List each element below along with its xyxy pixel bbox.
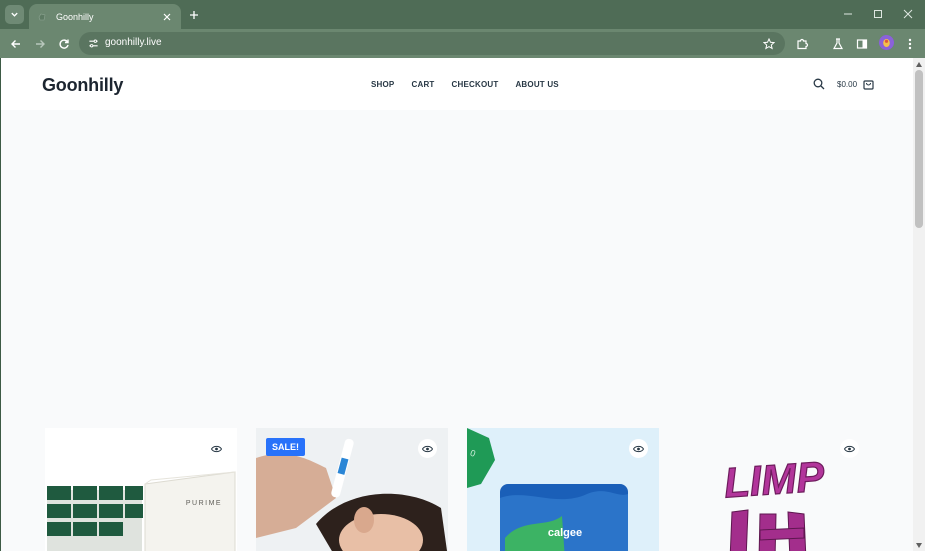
tab-search-button[interactable] <box>5 5 24 24</box>
close-window-button[interactable] <box>900 6 916 22</box>
quick-view-button[interactable] <box>418 439 437 458</box>
nav-cart[interactable]: CART <box>411 80 434 89</box>
svg-text:PURIME: PURIME <box>186 500 222 507</box>
site-logo[interactable]: Goonhilly <box>42 75 123 96</box>
address-bar[interactable]: goonhilly.live <box>79 32 785 55</box>
page-scrollbar[interactable] <box>913 58 925 551</box>
quick-view-button[interactable] <box>840 439 859 458</box>
close-icon <box>163 13 171 20</box>
svg-text:calgee: calgee <box>548 527 582 539</box>
tab-title: Goonhilly <box>56 11 94 22</box>
reload-button[interactable] <box>55 35 72 52</box>
tab-close-button[interactable] <box>161 11 173 23</box>
bookmark-button[interactable] <box>761 36 776 51</box>
cart-total[interactable]: $0.00 <box>837 80 857 89</box>
new-tab-button[interactable] <box>186 7 201 22</box>
plus-icon <box>189 10 198 19</box>
profile-avatar-icon <box>879 35 894 50</box>
profile-button[interactable] <box>879 35 894 50</box>
page-viewport: Goonhilly SHOP CART CHECKOUT ABOUT US $0… <box>1 58 913 551</box>
scrollbar-thumb[interactable] <box>915 70 923 228</box>
product-card[interactable]: PURIME <box>45 428 237 551</box>
cart-icon <box>862 79 874 90</box>
product-card[interactable]: 0 calgee <box>467 428 659 551</box>
product-card[interactable]: LIMP <box>678 428 870 551</box>
forward-button[interactable] <box>31 35 48 52</box>
minimize-button[interactable] <box>840 6 856 22</box>
extensions-icon <box>797 38 809 50</box>
labs-button[interactable] <box>829 35 846 52</box>
sale-badge: SALE! <box>266 438 305 456</box>
browser-tab[interactable]: Goonhilly <box>29 4 181 29</box>
reload-icon <box>58 38 69 49</box>
extensions-button[interactable] <box>794 35 811 52</box>
labs-icon <box>832 37 843 49</box>
back-button[interactable] <box>7 35 24 52</box>
triangle-up-icon <box>916 61 922 67</box>
eye-icon <box>633 445 644 452</box>
browser-toolbar: goonhilly.live <box>0 29 925 58</box>
star-icon <box>762 37 775 50</box>
side-panel-button[interactable] <box>853 35 870 52</box>
site-info-button[interactable] <box>87 37 100 50</box>
kebab-menu-icon <box>908 38 911 49</box>
scroll-up-button[interactable] <box>913 58 925 70</box>
tab-strip: Goonhilly <box>0 0 925 29</box>
side-panel-icon <box>856 38 867 49</box>
back-icon <box>10 39 20 48</box>
triangle-down-icon <box>916 542 922 548</box>
menu-button[interactable] <box>901 35 918 52</box>
limp-text-art: LIMP <box>722 452 826 506</box>
main-nav: SHOP CART CHECKOUT ABOUT US <box>371 80 559 89</box>
quick-view-button[interactable] <box>207 439 226 458</box>
nav-about-us[interactable]: ABOUT US <box>515 80 558 89</box>
eye-icon <box>844 445 855 452</box>
site-info-icon <box>89 39 98 48</box>
url-text: goonhilly.live <box>105 37 162 48</box>
quick-view-button[interactable] <box>629 439 648 458</box>
site-header: Goonhilly SHOP CART CHECKOUT ABOUT US $0… <box>1 58 913 110</box>
header-cart-button[interactable] <box>862 77 874 90</box>
eye-icon <box>211 445 222 452</box>
nav-checkout[interactable]: CHECKOUT <box>452 80 499 89</box>
eye-icon <box>422 445 433 452</box>
maximize-button[interactable] <box>870 6 886 22</box>
forward-icon <box>35 39 45 48</box>
favicon-icon <box>38 13 46 20</box>
nav-shop[interactable]: SHOP <box>371 80 394 89</box>
header-search-button[interactable] <box>812 77 826 91</box>
maximize-icon <box>874 10 882 18</box>
scroll-down-button[interactable] <box>913 539 925 551</box>
product-card[interactable]: SALE! <box>256 428 448 551</box>
close-window-icon <box>903 9 913 19</box>
chevron-down-icon <box>11 12 18 17</box>
search-icon <box>813 78 825 90</box>
minimize-icon <box>844 13 852 15</box>
